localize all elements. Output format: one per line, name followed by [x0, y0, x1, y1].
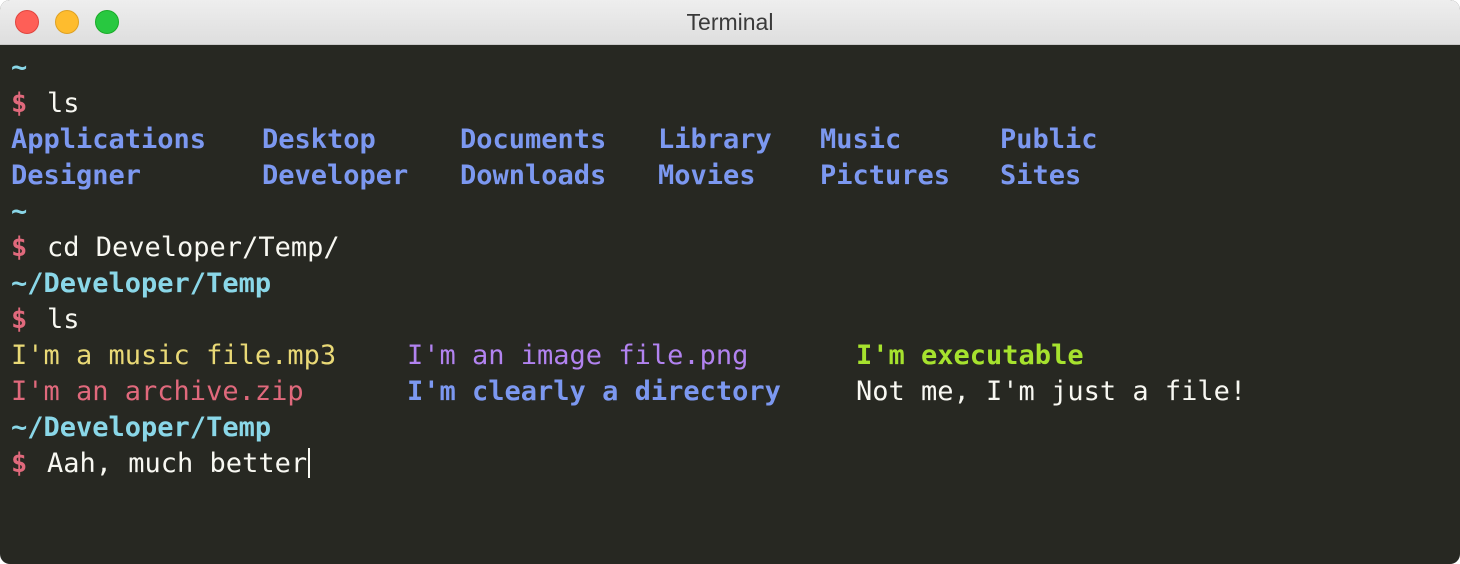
command-input[interactable]: Aah, much better [47, 446, 311, 482]
directory-entry: Downloads [460, 160, 607, 191]
directory-entry: Desktop [262, 124, 376, 155]
prompt-path: ~/Developer/Temp [11, 268, 272, 299]
command-line: $ cd Developer/Temp/ [11, 230, 1460, 266]
active-command-line[interactable]: $ Aah, much better [11, 446, 1460, 482]
plain-file-entry: Not me, I'm just a file! [856, 376, 1247, 407]
terminal-window: Terminal ~ $ ls Applications Desktop Doc… [0, 0, 1460, 564]
directory-entry: Pictures [820, 160, 951, 191]
prompt-path-line: ~ [11, 194, 1460, 230]
command-line: $ ls [11, 86, 1460, 122]
title-bar[interactable]: Terminal [0, 0, 1460, 45]
prompt-dollar: $ [11, 448, 28, 479]
directory-entry: Library [658, 124, 772, 155]
prompt-path-line: ~/Developer/Temp [11, 266, 1460, 302]
prompt-path: ~ [11, 196, 28, 227]
directory-entry: Public [1000, 124, 1098, 155]
listing-row: I'm a music file.mp3 I'm an image file.p… [11, 338, 1460, 374]
window-title: Terminal [686, 9, 774, 35]
command-text: ls [47, 304, 80, 335]
image-file-entry: I'm an image file.png [407, 340, 749, 371]
directory-entry: Applications [11, 124, 207, 155]
directory-entry: Music [820, 124, 902, 155]
prompt-path: ~ [11, 52, 28, 83]
command-text: ls [47, 88, 80, 119]
listing-row: Applications Desktop Documents Library M… [11, 122, 1460, 158]
directory-entry: Documents [460, 124, 607, 155]
directory-entry: Developer [262, 160, 409, 191]
listing-row: Designer Developer Downloads Movies Pict… [11, 158, 1460, 194]
prompt-dollar: $ [11, 88, 28, 119]
executable-file-entry: I'm executable [856, 340, 1084, 371]
archive-file-entry: I'm an archive.zip [11, 376, 304, 407]
command-text: cd Developer/Temp/ [47, 232, 340, 263]
command-input-text: Aah, much better [47, 448, 308, 479]
prompt-path-line: ~ [11, 50, 1460, 86]
terminal-output[interactable]: ~ $ ls Applications Desktop Documents Li… [0, 50, 1460, 560]
directory-entry: Sites [1000, 160, 1082, 191]
directory-entry: I'm clearly a directory [407, 376, 781, 407]
text-cursor [308, 448, 311, 478]
prompt-path-line: ~/Developer/Temp [11, 410, 1460, 446]
listing-row: I'm an archive.zip I'm clearly a directo… [11, 374, 1460, 410]
audio-file-entry: I'm a music file.mp3 [11, 340, 337, 371]
directory-entry: Designer [11, 160, 142, 191]
command-line: $ ls [11, 302, 1460, 338]
prompt-dollar: $ [11, 304, 28, 335]
prompt-path: ~/Developer/Temp [11, 412, 272, 443]
prompt-dollar: $ [11, 232, 28, 263]
directory-entry: Movies [658, 160, 756, 191]
